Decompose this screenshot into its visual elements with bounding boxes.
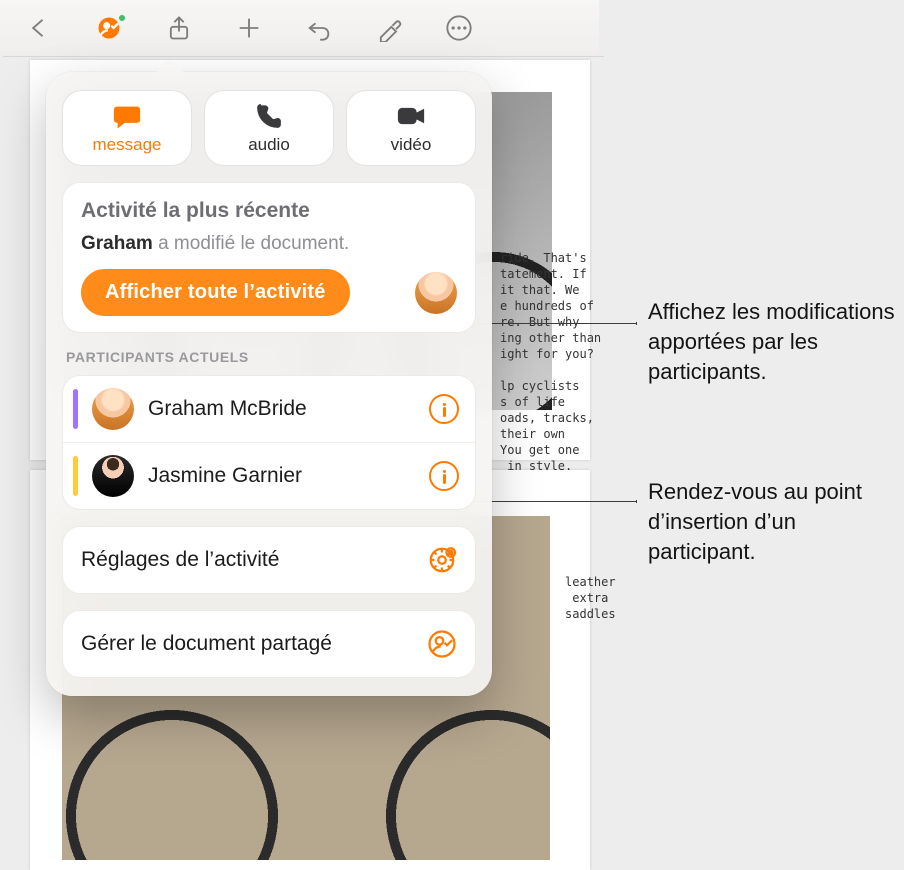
- participant-row[interactable]: Jasmine Garnier: [63, 442, 475, 509]
- app-toolbar: [0, 0, 599, 56]
- popover-arrow: [152, 56, 186, 74]
- video-icon: [396, 101, 426, 131]
- message-icon: [112, 101, 142, 131]
- participants-heading: PARTICIPANTS ACTUELS: [66, 349, 472, 365]
- contact-video-label: vidéo: [391, 135, 432, 155]
- participant-info-icon[interactable]: [429, 461, 459, 491]
- manage-shared-doc-row[interactable]: Gérer le document partagé: [62, 610, 476, 678]
- collaboration-button[interactable]: [74, 0, 144, 56]
- participants-list: Graham McBride Jasmine Garnier: [62, 375, 476, 510]
- phone-icon: [254, 101, 284, 131]
- format-button[interactable]: [354, 0, 424, 56]
- show-all-activity-button[interactable]: Afficher toute l’activité: [81, 269, 350, 316]
- recent-activity-heading: Activité la plus récente: [81, 199, 457, 223]
- recent-activity-card: Activité la plus récente Graham a modifi…: [62, 182, 476, 333]
- callout-text: Affichez les modifications apportées par…: [648, 297, 898, 387]
- contact-message-label: message: [93, 135, 162, 155]
- avatar[interactable]: [415, 272, 457, 314]
- person-check-icon: [427, 629, 457, 659]
- avatar: [92, 388, 134, 430]
- participant-info-icon[interactable]: [429, 394, 459, 424]
- participant-color: [73, 389, 78, 429]
- gear-badge-icon: [427, 545, 457, 575]
- participant-row[interactable]: Graham McBride: [63, 376, 475, 442]
- share-button[interactable]: [144, 0, 214, 56]
- avatar: [92, 455, 134, 497]
- contact-video-button[interactable]: vidéo: [346, 90, 476, 166]
- participant-name: Graham McBride: [148, 397, 415, 421]
- share-status-dot: [118, 14, 126, 22]
- back-button[interactable]: [4, 0, 74, 56]
- document-body-text: ride. That's tatement. If it that. We e …: [500, 250, 601, 474]
- participant-name: Jasmine Garnier: [148, 464, 415, 488]
- activity-action: a modifié le document.: [153, 233, 349, 254]
- activity-settings-label: Réglages de l’activité: [81, 548, 413, 572]
- manage-shared-doc-label: Gérer le document partagé: [81, 632, 413, 656]
- add-button[interactable]: [214, 0, 284, 56]
- contact-message-button[interactable]: message: [62, 90, 192, 166]
- undo-button[interactable]: [284, 0, 354, 56]
- activity-actor: Graham: [81, 233, 153, 254]
- activity-summary: Graham a modifié le document.: [81, 233, 457, 255]
- activity-settings-row[interactable]: Réglages de l’activité: [62, 526, 476, 594]
- callout-text: Rendez-vous au point d’insertion d’un pa…: [648, 477, 898, 567]
- contact-audio-label: audio: [248, 135, 290, 155]
- contact-methods: message audio vidéo: [62, 90, 476, 166]
- collaboration-popover: message audio vidéo Activité la plus réc…: [46, 72, 492, 696]
- participant-color: [73, 456, 78, 496]
- more-button[interactable]: [424, 0, 494, 56]
- contact-audio-button[interactable]: audio: [204, 90, 334, 166]
